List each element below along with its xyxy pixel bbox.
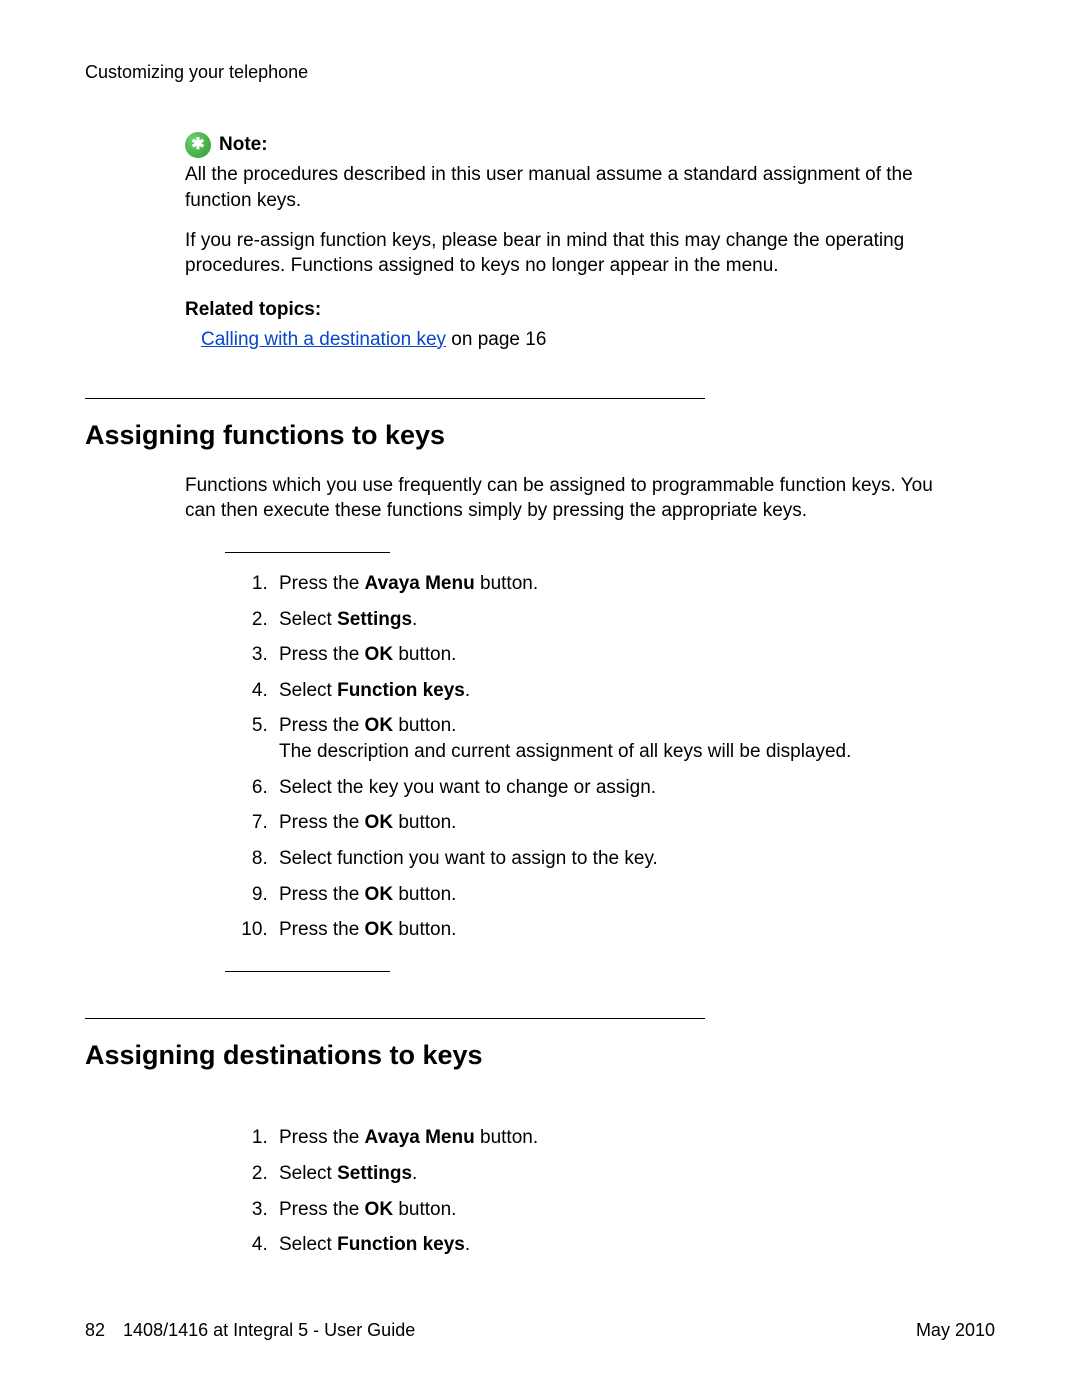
page-footer: 82 1408/1416 at Integral 5 - User Guide …: [85, 1318, 995, 1342]
step-bold: OK: [365, 644, 394, 665]
running-header: Customizing your telephone: [85, 60, 995, 84]
step-text: Press the: [279, 1199, 365, 1220]
step-text: Press the: [279, 1127, 365, 1148]
step: Press the OK button.: [273, 810, 995, 836]
step-text: Press the: [279, 812, 365, 833]
step-text: button.: [393, 884, 456, 905]
section-heading-assigning-destinations: Assigning destinations to keys: [85, 1037, 995, 1073]
step-bold: Avaya Menu: [365, 573, 475, 594]
step-text: button.: [393, 919, 456, 940]
step: Press the OK button. The description and …: [273, 713, 995, 764]
step: Select function you want to assign to th…: [273, 846, 995, 872]
doc-title: 1408/1416 at Integral 5 - User Guide: [123, 1318, 415, 1342]
section1-intro: Functions which you use frequently can b…: [185, 473, 965, 524]
step-bold: OK: [365, 812, 394, 833]
related-topic-link[interactable]: Calling with a destination key: [201, 329, 446, 350]
step-extra: The description and current assignment o…: [279, 739, 995, 765]
page-number: 82: [85, 1318, 105, 1342]
related-topic-item: Calling with a destination key on page 1…: [201, 327, 995, 353]
step-text: .: [465, 680, 470, 701]
doc-date: May 2010: [916, 1318, 995, 1342]
step-text: Press the: [279, 715, 365, 736]
step-text: .: [412, 1163, 417, 1184]
section-divider: [85, 1018, 705, 1019]
step-text: button.: [393, 812, 456, 833]
page: Customizing your telephone Note: All the…: [0, 0, 1080, 1397]
step-bold: OK: [365, 919, 394, 940]
step: Select Function keys.: [273, 1232, 995, 1258]
note-heading: Note:: [185, 132, 945, 158]
note-icon: [185, 132, 211, 158]
step-bold: OK: [365, 715, 394, 736]
steps-divider-top: [225, 552, 390, 553]
section-divider: [85, 398, 705, 399]
step-text: Select: [279, 1163, 337, 1184]
step-text: .: [412, 609, 417, 630]
note-paragraph-2: If you re-assign function keys, please b…: [185, 228, 945, 279]
step: Press the Avaya Menu button.: [273, 1125, 995, 1151]
step-text: .: [465, 1234, 470, 1255]
step: Press the OK button.: [273, 1197, 995, 1223]
step-text: Press the: [279, 884, 365, 905]
step: Press the OK button.: [273, 917, 995, 943]
step-bold: Function keys: [337, 680, 465, 701]
step-bold: OK: [365, 884, 394, 905]
step: Select Settings.: [273, 607, 995, 633]
step: Select Function keys.: [273, 678, 995, 704]
step-text: Press the: [279, 573, 365, 594]
step-text: button.: [393, 715, 456, 736]
related-topics-title: Related topics:: [185, 297, 995, 323]
step-text: Select: [279, 609, 337, 630]
steps-divider-bottom: [225, 971, 390, 972]
note-block: Note: All the procedures described in th…: [185, 132, 945, 279]
related-topic-suffix: on page 16: [446, 329, 546, 350]
step-text: Select: [279, 680, 337, 701]
step-bold: OK: [365, 1199, 394, 1220]
step: Press the OK button.: [273, 882, 995, 908]
step-bold: Settings: [337, 609, 412, 630]
step-bold: Avaya Menu: [365, 1127, 475, 1148]
step-text: Select function you want to assign to th…: [279, 848, 658, 869]
step: Press the Avaya Menu button.: [273, 571, 995, 597]
steps-list-2: Press the Avaya Menu button. Select Sett…: [225, 1125, 995, 1258]
related-topics: Related topics: Calling with a destinati…: [185, 297, 995, 352]
steps-list-1: Press the Avaya Menu button. Select Sett…: [225, 571, 995, 943]
note-label: Note:: [219, 132, 268, 158]
step-text: button.: [393, 1199, 456, 1220]
section-heading-assigning-functions: Assigning functions to keys: [85, 417, 995, 453]
step-text: button.: [393, 644, 456, 665]
step: Press the OK button.: [273, 642, 995, 668]
step-text: Select the key you want to change or ass…: [279, 777, 656, 798]
step-bold: Function keys: [337, 1234, 465, 1255]
step: Select the key you want to change or ass…: [273, 775, 995, 801]
step-text: button.: [475, 1127, 538, 1148]
step-bold: Settings: [337, 1163, 412, 1184]
step-text: Press the: [279, 644, 365, 665]
note-paragraph-1: All the procedures described in this use…: [185, 162, 945, 213]
step-text: Select: [279, 1234, 337, 1255]
step-text: Press the: [279, 919, 365, 940]
step: Select Settings.: [273, 1161, 995, 1187]
step-text: button.: [475, 573, 538, 594]
